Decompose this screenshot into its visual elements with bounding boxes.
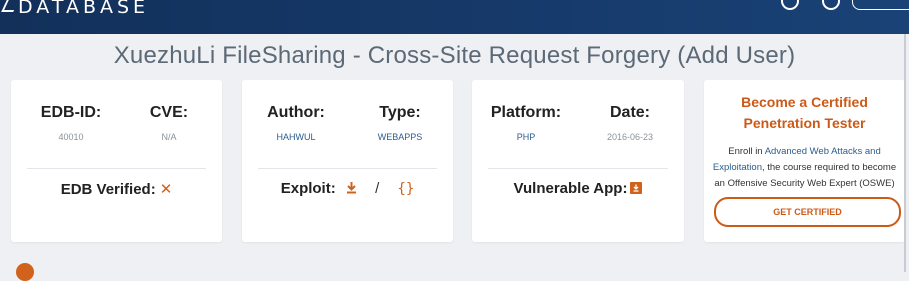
- date-label: Date:: [609, 104, 650, 121]
- promo-title-line2: Penetration Tester: [743, 115, 866, 131]
- promo-description: Enroll in Advanced Web Attacks and Explo…: [712, 144, 897, 192]
- top-navbar: DATABASE: [0, 0, 909, 34]
- get-certified-button[interactable]: GET CERTIFIED: [714, 197, 901, 227]
- edb-id-label: EDB-ID:: [40, 104, 102, 121]
- exploit-row: Exploit: / {}: [242, 180, 453, 198]
- card-divider: [27, 168, 206, 169]
- user-icon[interactable]: [781, 0, 799, 10]
- card-divider: [488, 168, 668, 169]
- edb-verified-label: EDB Verified:: [60, 181, 156, 198]
- exploit-label: Exploit:: [280, 180, 336, 197]
- card-divider: [258, 168, 437, 169]
- page-title: XuezhuLi FileSharing - Cross-Site Reques…: [113, 42, 796, 69]
- platform-link[interactable]: PHP: [486, 132, 566, 142]
- vulnerable-app-row: Vulnerable App:: [472, 180, 684, 197]
- search-icon[interactable]: [822, 0, 840, 10]
- platform-info-card: Platform: PHP Date: 2016-06-23 Vulnerabl…: [472, 80, 684, 242]
- edb-info-card: EDB-ID: 40010 CVE: N/A EDB Verified: ✕: [11, 80, 222, 242]
- edb-id-value: 40010: [58, 132, 84, 142]
- cve-label: CVE:: [149, 104, 189, 121]
- date-value: 2016-06-23: [606, 132, 654, 142]
- header-button[interactable]: [852, 0, 909, 10]
- cve-value: N/A: [161, 132, 177, 142]
- promo-title-line1: Become a Certified: [741, 94, 868, 110]
- certification-promo-card: Become a Certified Penetration Tester En…: [704, 80, 905, 242]
- type-link[interactable]: WEBAPPS: [360, 132, 440, 142]
- author-link[interactable]: HAHWUL: [256, 132, 336, 142]
- promo-text-prefix: Enroll in: [728, 146, 763, 157]
- platform-block: Platform: PHP: [486, 80, 566, 142]
- download-box-icon[interactable]: [630, 182, 643, 194]
- logo-text: DATABASE: [18, 0, 150, 18]
- view-code-icon[interactable]: {}: [397, 181, 414, 197]
- window-edge: [904, 34, 906, 272]
- edb-verified-row: EDB Verified: ✕: [11, 180, 222, 198]
- type-block: Type: WEBAPPS: [360, 80, 440, 142]
- author-label: Author:: [267, 104, 325, 121]
- author-block: Author: HAHWUL: [256, 80, 336, 142]
- download-icon[interactable]: [346, 181, 357, 198]
- edb-id-block: EDB-ID: 40010: [31, 80, 111, 142]
- date-block: Date: 2016-06-23: [590, 80, 670, 142]
- scroll-to-top-icon[interactable]: [16, 263, 34, 281]
- author-info-card: Author: HAHWUL Type: WEBAPPS Exploit: / …: [242, 80, 453, 242]
- type-label: Type:: [379, 104, 421, 121]
- cve-block: CVE: N/A: [129, 80, 209, 142]
- cross-icon: ✕: [159, 181, 173, 198]
- site-logo[interactable]: DATABASE: [0, 0, 149, 18]
- promo-title: Become a Certified Penetration Tester: [704, 92, 905, 134]
- vulnerable-app-label: Vulnerable App:: [513, 180, 628, 197]
- exploit-separator: /: [375, 180, 380, 197]
- platform-label: Platform:: [490, 104, 562, 121]
